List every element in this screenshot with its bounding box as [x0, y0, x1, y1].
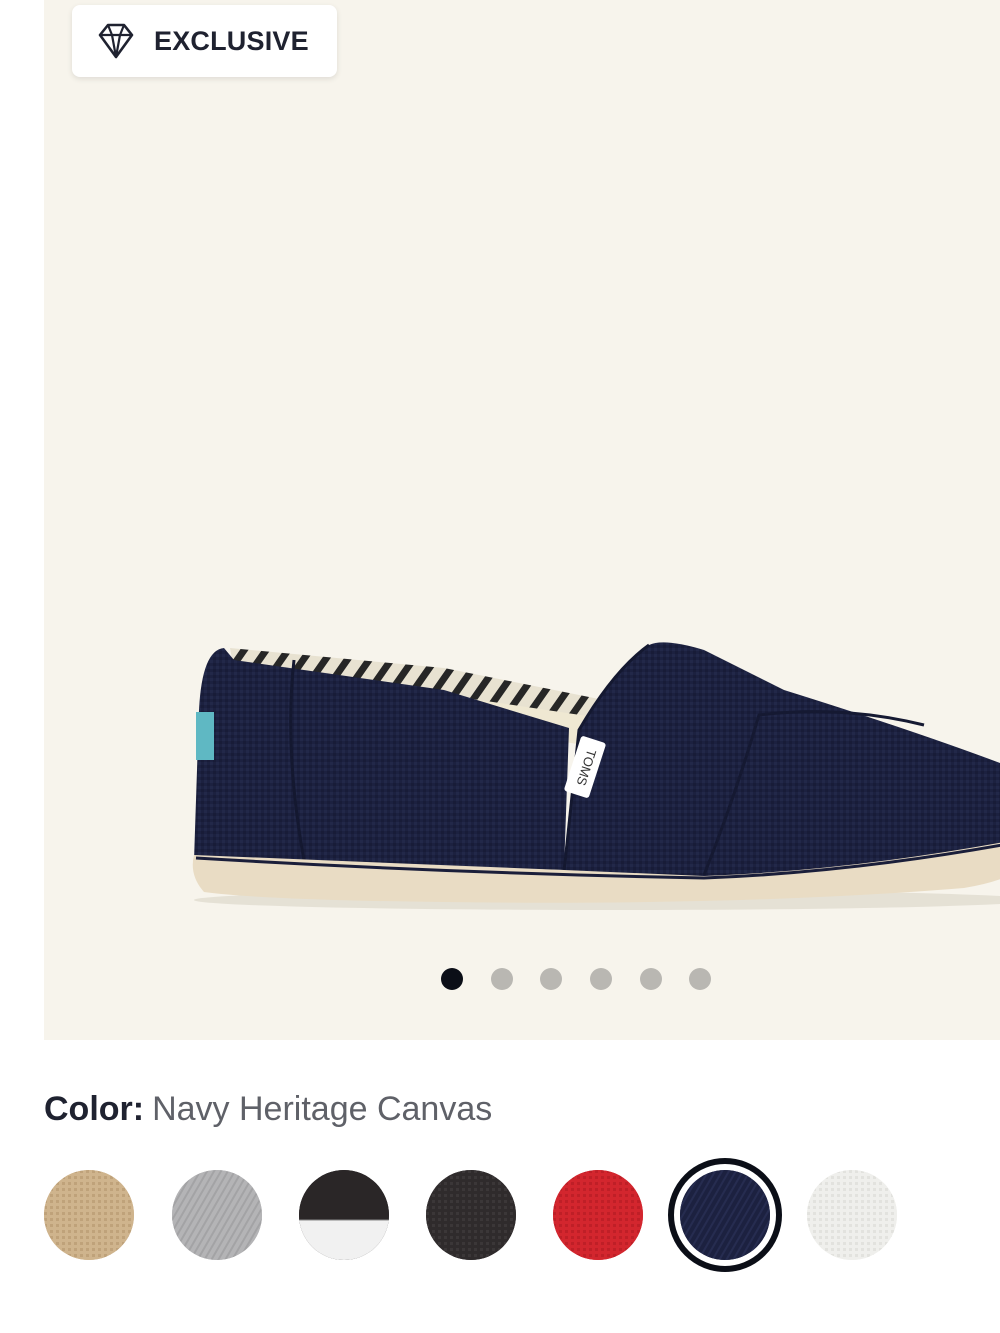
swatch-tan[interactable] [44, 1170, 134, 1260]
shoe-illustration: TOMS [192, 642, 1000, 910]
product-page: TOMS EXCLUSIVE Color: Navy Heritage Canva… [0, 0, 1000, 1333]
diamond-icon [96, 21, 136, 61]
swatch-grey[interactable] [172, 1170, 262, 1260]
carousel-dot-3[interactable] [540, 968, 562, 990]
swatch-red[interactable] [553, 1170, 643, 1260]
swatch-black[interactable] [426, 1170, 516, 1260]
product-image[interactable]: TOMS [144, 630, 1000, 930]
swatch-black-white[interactable] [299, 1170, 389, 1260]
color-label: Color: [44, 1090, 145, 1128]
swatch-white[interactable] [807, 1170, 897, 1260]
exclusive-badge: EXCLUSIVE [72, 5, 337, 77]
carousel-dot-1[interactable] [441, 968, 463, 990]
carousel-dot-4[interactable] [590, 968, 612, 990]
carousel-dot-5[interactable] [640, 968, 662, 990]
color-selection-label: Color: Navy Heritage Canvas [44, 1090, 492, 1129]
color-value: Navy Heritage Canvas [152, 1090, 493, 1128]
carousel-dot-6[interactable] [689, 968, 711, 990]
carousel-indicators [0, 968, 1000, 994]
carousel-dot-2[interactable] [491, 968, 513, 990]
swatch-navy[interactable] [680, 1170, 770, 1260]
product-image-gallery[interactable]: TOMS [44, 0, 1000, 1040]
badge-label: EXCLUSIVE [154, 25, 309, 56]
